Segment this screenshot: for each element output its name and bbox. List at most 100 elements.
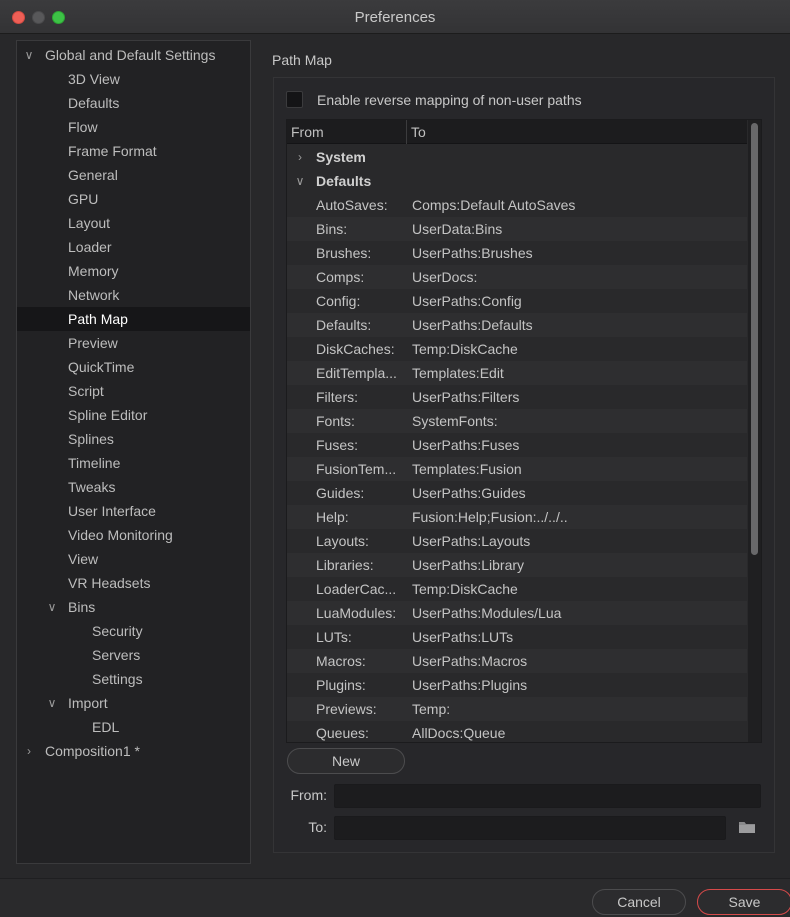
sidebar-item-user-interface[interactable]: User Interface xyxy=(17,499,250,523)
sidebar-item-label: Frame Format xyxy=(68,143,157,159)
table-row[interactable]: DiskCaches: Temp:DiskCache xyxy=(287,337,747,361)
row-from: Filters: xyxy=(316,389,358,405)
chevron-down-icon[interactable]: ∨ xyxy=(22,43,36,67)
sidebar-item-label: 3D View xyxy=(68,71,120,87)
row-to: Templates:Fusion xyxy=(412,461,522,477)
sidebar-item-import[interactable]: ∨ Import xyxy=(17,691,250,715)
preferences-tree[interactable]: ∨ Global and Default Settings 3D View Defau… xyxy=(16,40,251,864)
sidebar-item-tweaks[interactable]: Tweaks xyxy=(17,475,250,499)
table-row[interactable]: AutoSaves: Comps:Default AutoSaves xyxy=(287,193,747,217)
row-from: Guides: xyxy=(316,485,365,501)
column-header-from[interactable]: From xyxy=(291,120,324,144)
row-to: UserPaths:Brushes xyxy=(412,245,533,261)
sidebar-item-global-and-default-settings[interactable]: ∨ Global and Default Settings xyxy=(17,43,250,67)
table-row[interactable]: EditTempla... Templates:Edit xyxy=(287,361,747,385)
sidebar-item-label: Layout xyxy=(68,215,111,231)
from-input[interactable] xyxy=(334,784,761,808)
sidebar-item-quicktime[interactable]: QuickTime xyxy=(17,355,250,379)
table-row[interactable]: Comps: UserDocs: xyxy=(287,265,747,289)
sidebar-item-script[interactable]: Script xyxy=(17,379,250,403)
sidebar-item-memory[interactable]: Memory xyxy=(17,259,250,283)
table-row[interactable]: Config: UserPaths:Config xyxy=(287,289,747,313)
reverse-mapping-checkbox[interactable] xyxy=(286,91,303,108)
sidebar-item-servers[interactable]: Servers xyxy=(17,643,250,667)
sidebar-item-edl[interactable]: EDL xyxy=(17,715,250,739)
scrollbar-thumb[interactable] xyxy=(751,123,758,555)
sidebar-item-label: Tweaks xyxy=(68,479,116,495)
table-row[interactable]: Layouts: UserPaths:Layouts xyxy=(287,529,747,553)
row-to: Templates:Edit xyxy=(412,365,504,381)
title-bar[interactable]: Preferences xyxy=(0,0,790,34)
sidebar-item-spline-editor[interactable]: Spline Editor xyxy=(17,403,250,427)
table-row[interactable]: Bins: UserData:Bins xyxy=(287,217,747,241)
group-label: System xyxy=(316,149,366,165)
column-header-to[interactable]: To xyxy=(411,120,426,144)
folder-icon[interactable] xyxy=(738,820,756,834)
sidebar-item-preview[interactable]: Preview xyxy=(17,331,250,355)
sidebar-item-settings[interactable]: Settings xyxy=(17,667,250,691)
row-from: AutoSaves: xyxy=(316,197,388,213)
sidebar-item-label: Loader xyxy=(68,239,112,255)
table-row[interactable]: Brushes: UserPaths:Brushes xyxy=(287,241,747,265)
row-to: UserPaths:Macros xyxy=(412,653,528,669)
sidebar-item-splines[interactable]: Splines xyxy=(17,427,250,451)
sidebar-item-frame-format[interactable]: Frame Format xyxy=(17,139,250,163)
path-map-table[interactable]: From To › System ∨ Defaults AutoSaves: Comps:… xyxy=(286,119,762,743)
row-to: Temp: xyxy=(412,701,451,717)
sidebar-item-label: Composition1 * xyxy=(45,743,140,759)
table-row[interactable]: LuaModules: UserPaths:Modules/Lua xyxy=(287,601,747,625)
sidebar-item-security[interactable]: Security xyxy=(17,619,250,643)
table-row[interactable]: Queues: AllDocs:Queue xyxy=(287,721,747,742)
sidebar-item-label: Servers xyxy=(92,647,141,663)
sidebar-item-vr-headsets[interactable]: VR Headsets xyxy=(17,571,250,595)
sidebar-item-timeline[interactable]: Timeline xyxy=(17,451,250,475)
sidebar-item-general[interactable]: General xyxy=(17,163,250,187)
row-to: UserPaths:LUTs xyxy=(412,629,514,645)
chevron-right-icon[interactable]: › xyxy=(293,145,307,169)
sidebar-item-loader[interactable]: Loader xyxy=(17,235,250,259)
sidebar-item-video-monitoring[interactable]: Video Monitoring xyxy=(17,523,250,547)
sidebar-item-bins[interactable]: ∨ Bins xyxy=(17,595,250,619)
table-row[interactable]: Defaults: UserPaths:Defaults xyxy=(287,313,747,337)
sidebar-item-label: Settings xyxy=(92,671,143,687)
table-group-defaults[interactable]: ∨ Defaults xyxy=(287,169,747,193)
chevron-down-icon[interactable]: ∨ xyxy=(293,169,307,193)
table-row[interactable]: Help: Fusion:Help;Fusion:../../.. xyxy=(287,505,747,529)
to-input[interactable] xyxy=(334,816,726,840)
sidebar-item-flow[interactable]: Flow xyxy=(17,115,250,139)
row-from: Help: xyxy=(316,509,349,525)
table-row[interactable]: Filters: UserPaths:Filters xyxy=(287,385,747,409)
sidebar-item-defaults[interactable]: Defaults xyxy=(17,91,250,115)
sidebar-item-path-map[interactable]: Path Map xyxy=(17,307,250,331)
table-row[interactable]: Guides: UserPaths:Guides xyxy=(287,481,747,505)
sidebar-item-gpu[interactable]: GPU xyxy=(17,187,250,211)
sidebar-item-layout[interactable]: Layout xyxy=(17,211,250,235)
sidebar-item-3d-view[interactable]: 3D View xyxy=(17,67,250,91)
table-group-system[interactable]: › System xyxy=(287,145,747,169)
table-scrollbar[interactable] xyxy=(748,120,761,742)
table-row[interactable]: Macros: UserPaths:Macros xyxy=(287,649,747,673)
new-path-button[interactable]: New xyxy=(287,748,405,774)
sidebar-item-network[interactable]: Network xyxy=(17,283,250,307)
table-row[interactable]: Libraries: UserPaths:Library xyxy=(287,553,747,577)
table-row[interactable]: LUTs: UserPaths:LUTs xyxy=(287,625,747,649)
sidebar-item-view[interactable]: View xyxy=(17,547,250,571)
column-divider[interactable] xyxy=(406,120,407,144)
table-row[interactable]: FusionTem... Templates:Fusion xyxy=(287,457,747,481)
chevron-down-icon[interactable]: ∨ xyxy=(45,595,59,619)
row-to: Temp:DiskCache xyxy=(412,581,518,597)
table-row[interactable]: Fonts: SystemFonts: xyxy=(287,409,747,433)
cancel-button[interactable]: Cancel xyxy=(592,889,686,915)
sidebar-item-label: VR Headsets xyxy=(68,575,151,591)
chevron-down-icon[interactable]: ∨ xyxy=(45,691,59,715)
save-button[interactable]: Save xyxy=(697,889,790,915)
table-row[interactable]: Plugins: UserPaths:Plugins xyxy=(287,673,747,697)
chevron-right-icon[interactable]: › xyxy=(22,739,36,763)
table-row[interactable]: LoaderCac... Temp:DiskCache xyxy=(287,577,747,601)
table-row[interactable]: Fuses: UserPaths:Fuses xyxy=(287,433,747,457)
table-row[interactable]: Previews: Temp: xyxy=(287,697,747,721)
row-to: UserPaths:Plugins xyxy=(412,677,528,693)
window-title: Preferences xyxy=(354,9,436,26)
row-to: Fusion:Help;Fusion:../../.. xyxy=(412,509,568,525)
sidebar-item-composition1[interactable]: › Composition1 * xyxy=(17,739,250,763)
